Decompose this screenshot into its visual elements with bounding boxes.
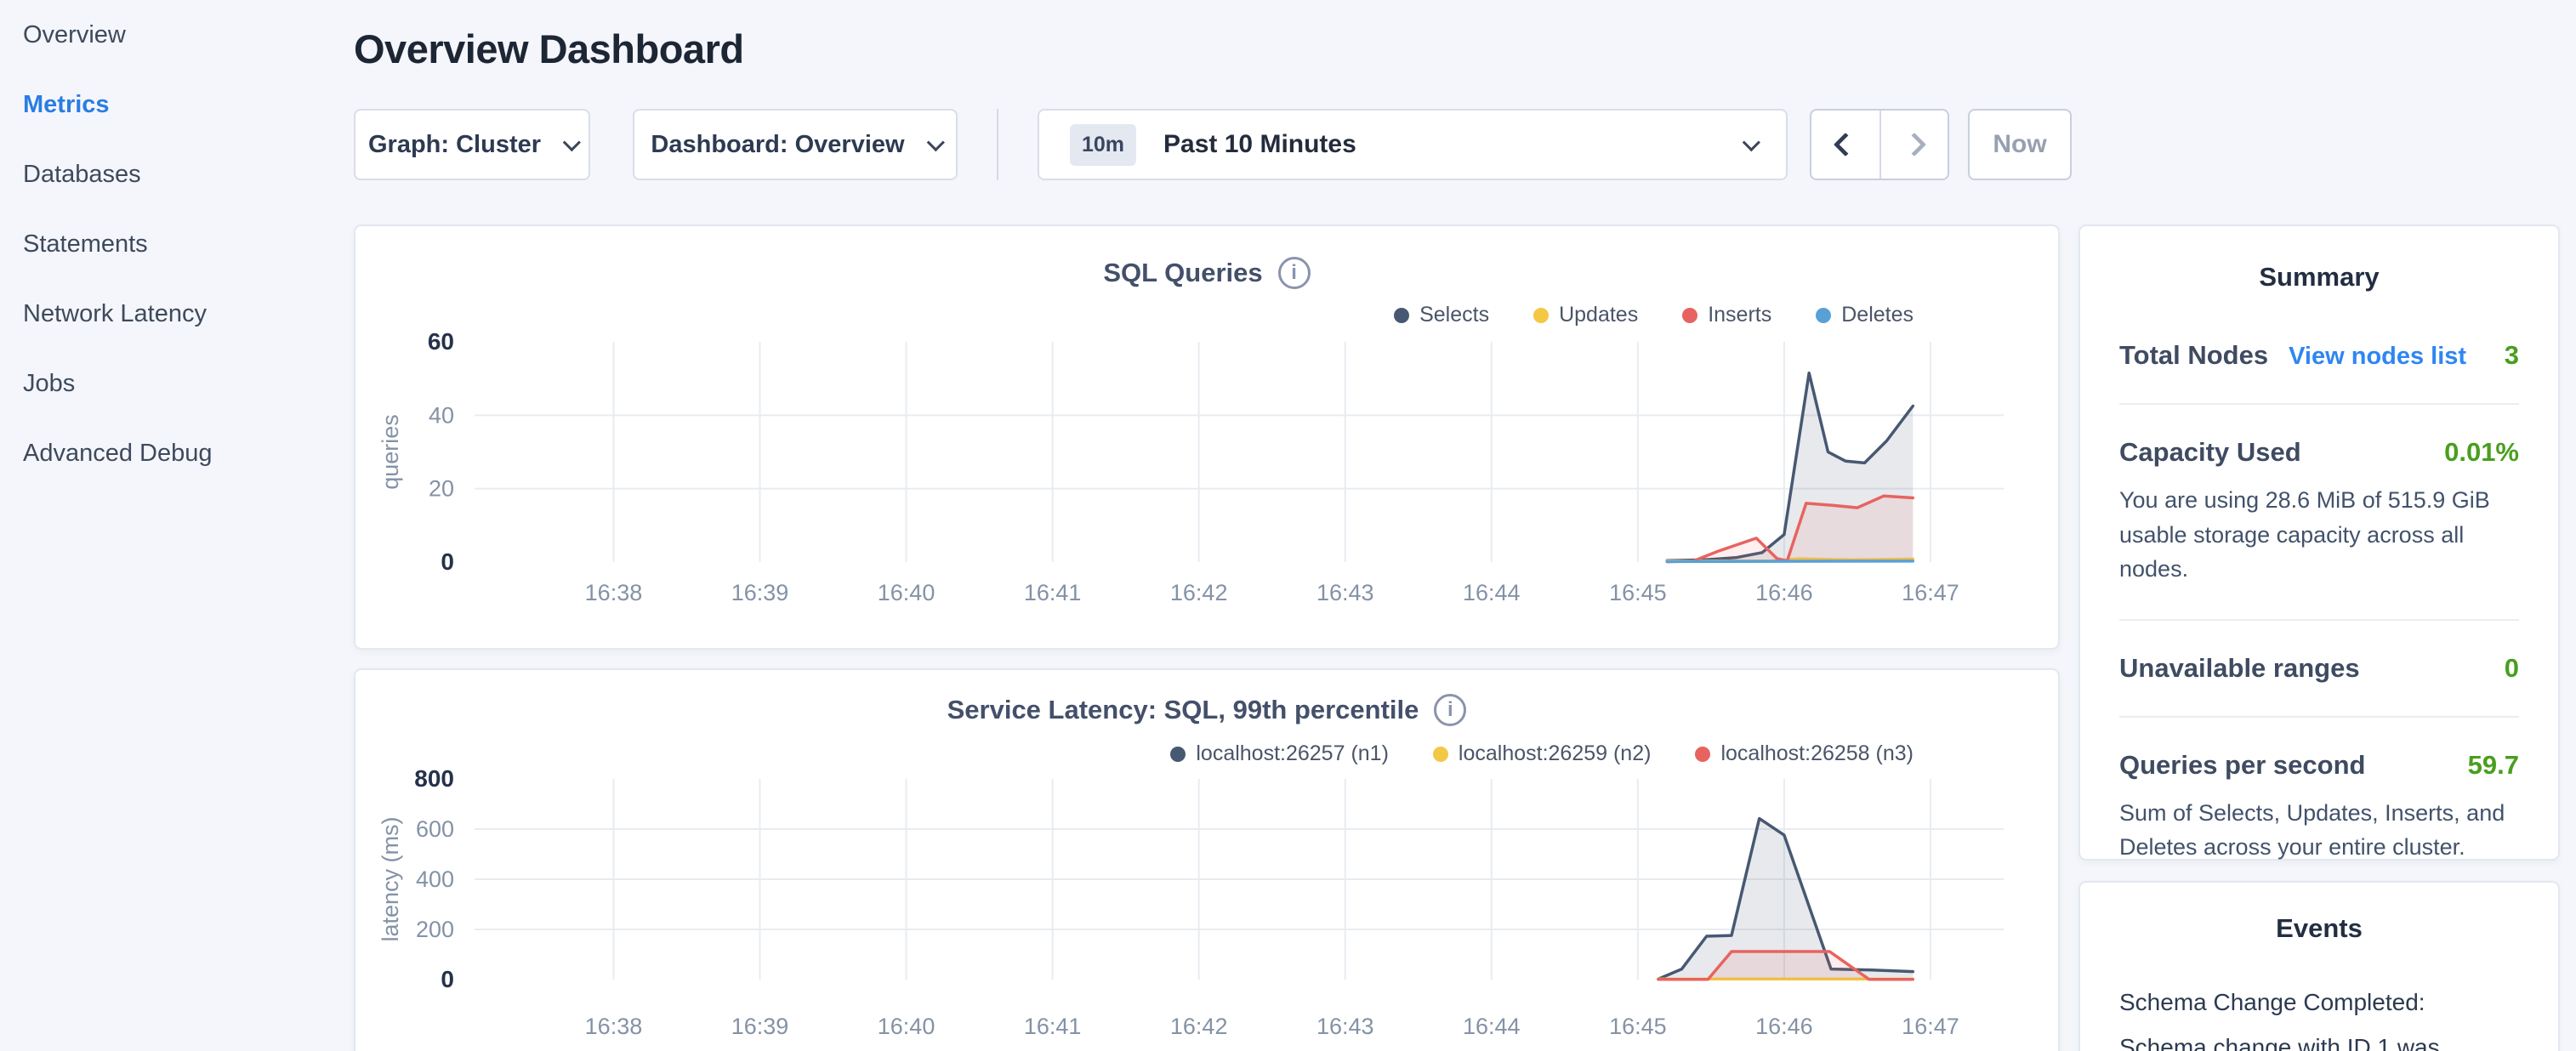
y-tick-label: 600 [416, 816, 454, 842]
sidebar-item-jobs[interactable]: Jobs [23, 349, 354, 418]
sql-queries-plot: 16:38 16:39 16:40 16:41 16:42 16:43 16:44 16:45… [355, 226, 2061, 651]
service-latency-plot: 16:38 16:39 16:40 16:41 16:42 16:43 16:44 16:45… [355, 670, 2061, 1051]
controls-bar: Graph: Cluster Dashboard: Overview 10m P… [354, 109, 2072, 180]
x-tick-label: 16:45 [1609, 580, 1667, 605]
total-nodes-row: Total Nodes View nodes list 3 [2119, 340, 2519, 371]
capacity-used-description: You are using 28.6 MiB of 515.9 GiB usab… [2119, 483, 2519, 587]
chevron-down-icon [1743, 134, 1760, 151]
x-tick-label: 16:42 [1170, 1014, 1228, 1039]
divider [2119, 716, 2519, 718]
sidebar-item-metrics[interactable]: Metrics [23, 70, 354, 139]
y-tick-label: 0 [441, 966, 454, 992]
sidebar-item-statements[interactable]: Statements [23, 209, 354, 279]
x-tick-label: 16:41 [1024, 1014, 1082, 1039]
unavailable-ranges-value: 0 [2505, 653, 2519, 684]
capacity-used-row: Capacity Used 0.01% [2119, 437, 2519, 468]
time-range-badge: 10m [1070, 124, 1136, 166]
summary-panel: Summary Total Nodes View nodes list 3 Ca… [2078, 224, 2560, 861]
page-title: Overview Dashboard [354, 26, 744, 72]
chevron-down-icon [563, 134, 581, 151]
x-tick-label: 16:43 [1316, 580, 1374, 605]
service-latency-chart-card: Service Latency: SQL, 99th percentilei l… [354, 668, 2060, 1051]
divider [2119, 619, 2519, 621]
sql-queries-chart-card: SQL Queriesi SelectsUpdatesInsertsDelete… [354, 224, 2060, 650]
x-tick-label: 16:47 [1902, 1014, 1959, 1039]
y-axis-title: latency (ms) [378, 816, 403, 941]
x-tick-label: 16:47 [1902, 580, 1959, 605]
x-tick-label: 16:43 [1316, 1014, 1374, 1039]
y-tick-label: 400 [416, 866, 454, 892]
y-axis-title: queries [378, 414, 403, 490]
x-tick-label: 16:40 [878, 580, 935, 605]
queries-per-second-value: 59.7 [2468, 750, 2519, 781]
chevron-right-icon [1902, 133, 1926, 156]
x-tick-label: 16:44 [1463, 1014, 1521, 1039]
events-panel: Events Schema Change Completed: Schema c… [2078, 881, 2560, 1051]
sidebar-item-overview[interactable]: Overview [23, 0, 354, 70]
graph-dropdown[interactable]: Graph: Cluster [354, 109, 590, 180]
x-tick-label: 16:42 [1170, 580, 1228, 605]
dashboard-dropdown-label: Dashboard: Overview [651, 131, 904, 159]
time-range-label: Past 10 Minutes [1163, 130, 1356, 159]
x-tick-label: 16:40 [878, 1014, 935, 1039]
x-tick-label: 16:39 [731, 1014, 789, 1039]
time-forward-button[interactable] [1879, 111, 1948, 179]
time-step-buttons [1810, 109, 1949, 180]
y-tick-label: 20 [429, 476, 454, 502]
y-tick-label: 40 [429, 402, 454, 428]
x-tick-label: 16:46 [1755, 580, 1813, 605]
x-tick-label: 16:46 [1755, 1014, 1813, 1039]
y-tick-label: 0 [441, 548, 454, 575]
x-tick-label: 16:39 [731, 580, 789, 605]
queries-per-second-description: Sum of Selects, Updates, Inserts, and De… [2119, 796, 2519, 865]
x-tick-label: 16:41 [1024, 580, 1082, 605]
sidebar-item-advanced-debug[interactable]: Advanced Debug [23, 418, 354, 488]
x-tick-label: 16:44 [1463, 580, 1521, 605]
event-message[interactable]: Schema Change Completed: Schema change w… [2119, 980, 2519, 1051]
capacity-used-value: 0.01% [2444, 437, 2519, 468]
unavailable-ranges-label: Unavailable ranges [2119, 653, 2360, 684]
unavailable-ranges-row: Unavailable ranges 0 [2119, 653, 2519, 684]
series-line [1667, 561, 1913, 562]
graph-dropdown-label: Graph: Cluster [368, 131, 541, 159]
controls-divider [997, 109, 998, 180]
events-title: Events [2119, 913, 2519, 944]
x-tick-label: 16:45 [1609, 1014, 1667, 1039]
y-tick-label: 800 [414, 765, 454, 792]
sidebar-item-databases[interactable]: Databases [23, 139, 354, 209]
total-nodes-label: Total Nodes [2119, 340, 2268, 371]
chevron-left-icon [1834, 133, 1857, 156]
db-console-app: Overview Metrics Databases Statements Ne… [0, 0, 2576, 1051]
total-nodes-value: 3 [2505, 340, 2519, 371]
time-back-button[interactable] [1811, 111, 1879, 179]
time-range-dropdown[interactable]: 10m Past 10 Minutes [1038, 109, 1788, 180]
y-tick-label: 60 [428, 328, 454, 355]
divider [2119, 403, 2519, 405]
y-tick-label: 200 [416, 917, 454, 942]
x-tick-label: 16:38 [585, 1014, 643, 1039]
dashboard-dropdown[interactable]: Dashboard: Overview [633, 109, 958, 180]
sidebar: Overview Metrics Databases Statements Ne… [0, 0, 354, 1051]
sidebar-item-network-latency[interactable]: Network Latency [23, 279, 354, 349]
x-tick-label: 16:38 [585, 580, 643, 605]
queries-per-second-label: Queries per second [2119, 750, 2365, 781]
chevron-down-icon [926, 134, 944, 151]
view-nodes-list-link[interactable]: View nodes list [2289, 343, 2466, 371]
summary-title: Summary [2119, 262, 2519, 293]
now-button[interactable]: Now [1968, 109, 2072, 180]
capacity-used-label: Capacity Used [2119, 437, 2301, 468]
queries-per-second-row: Queries per second 59.7 [2119, 750, 2519, 781]
